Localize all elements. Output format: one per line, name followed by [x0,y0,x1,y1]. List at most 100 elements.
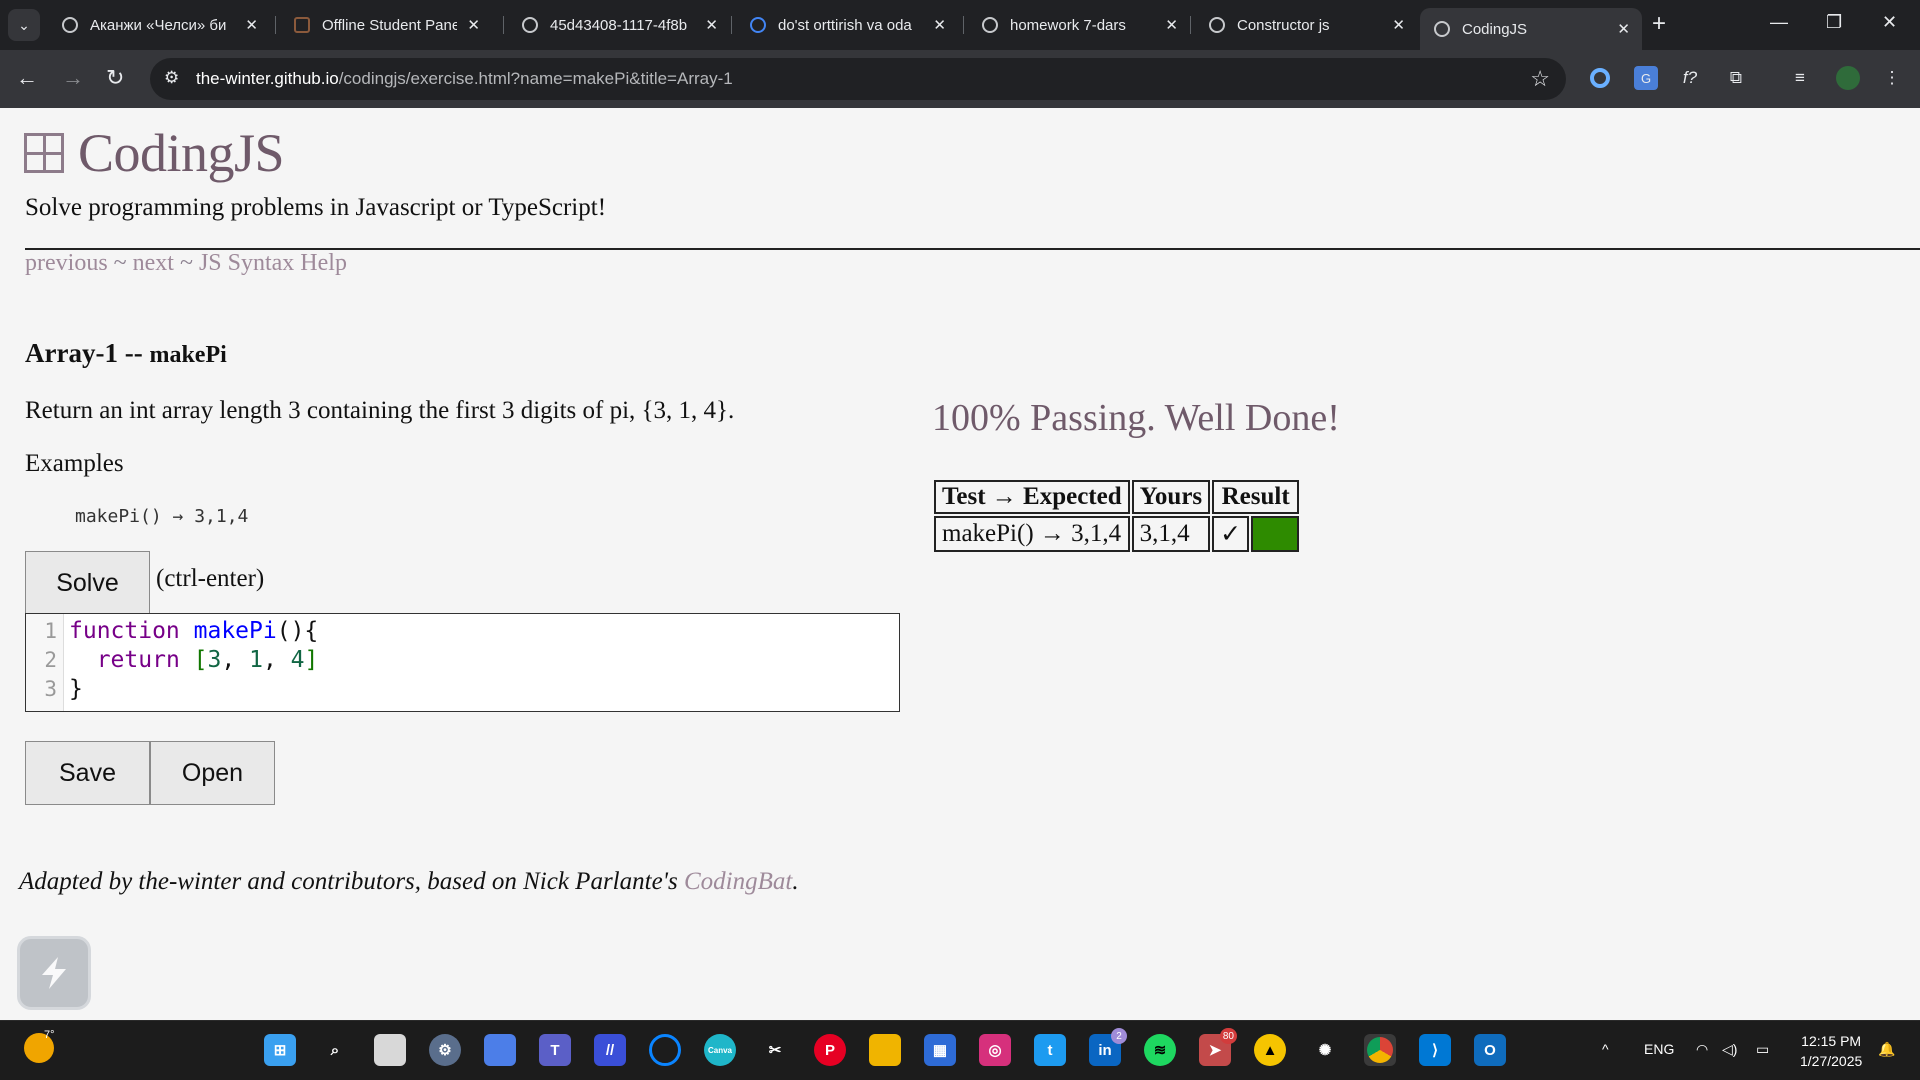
color-extension-icon[interactable] [1588,66,1612,90]
capcut-icon[interactable]: ✂ [759,1034,791,1066]
code-line-2: return [3, 1, 4] [96,647,319,673]
line-number: 1 [44,619,57,643]
minimize-icon[interactable]: — [1770,12,1788,33]
file-explorer-icon[interactable] [869,1034,901,1066]
tab-title: CodingJS [1462,20,1528,38]
copilot-icon[interactable] [484,1034,516,1066]
site-subtitle: Solve programming problems in Javascript… [25,194,607,221]
close-icon[interactable]: ✕ [245,16,258,34]
next-link[interactable]: next [133,250,174,276]
yours-cell: 3,1,4 [1131,516,1211,552]
telegram-icon[interactable]: ➤ 80 [1199,1028,1237,1066]
line-number: 3 [44,677,57,701]
footer-end: . [792,868,799,895]
tab-codingjs[interactable]: CodingJS ✕ [1420,8,1642,50]
tab-uuid[interactable]: 45d43408-1117-4f8b ✕ [508,8,730,42]
syntax-help-link[interactable]: JS Syntax Help [199,250,347,276]
cortana-ring-icon[interactable] [649,1034,681,1066]
exercise-title: Array-1 -- makePi [25,338,227,369]
previous-link[interactable]: previous [25,250,108,276]
bookmark-star-icon[interactable]: ☆ [1530,66,1550,92]
globe-icon [1209,17,1225,33]
new-tab-button[interactable]: + [1652,10,1666,38]
canva-icon[interactable]: Canva [704,1034,736,1066]
windows-start-icon[interactable]: ⊞ [264,1034,296,1066]
table-row: makePi() → 3,1,4 3,1,4 ✓ [934,516,1300,552]
save-button[interactable]: Save [25,741,150,805]
chrome-icon[interactable] [1364,1034,1396,1066]
open-button[interactable]: Open [150,741,275,805]
teams-icon[interactable]: T [539,1034,571,1066]
weather-widget[interactable]: 7° [24,1029,55,1063]
test-cell: makePi() → 3,1,4 [934,516,1130,552]
exercise-category: Array-1 -- [25,338,150,368]
tab-constructor-js[interactable]: Constructor js ✕ [1195,8,1417,42]
close-icon[interactable]: ✕ [1165,16,1178,34]
formula-extension-icon[interactable]: f? [1678,66,1702,90]
url-host: the-winter.github.io [196,69,339,88]
wifi-icon[interactable]: ◠ [1696,1041,1708,1058]
floating-app-button[interactable] [17,936,91,1010]
tab-title: Аканжи «Челси» би [90,16,227,34]
reload-icon[interactable]: ↻ [106,65,124,91]
warning-app-icon[interactable]: ▲ [1254,1034,1286,1066]
header-test-expected: Test → Expected [934,480,1130,514]
tab-homework[interactable]: homework 7-dars ✕ [968,8,1190,42]
instagram-icon[interactable]: ◎ [979,1034,1011,1066]
site-info-icon[interactable]: ⚙ [164,68,179,88]
whiteboard-icon[interactable]: // [594,1034,626,1066]
close-icon[interactable]: ✕ [1392,16,1405,34]
code-number: 1 [249,647,263,673]
tab-google-search[interactable]: do'st orttirish va oda ✕ [736,8,958,42]
tab-search-button[interactable]: ⌄ [8,9,40,41]
url-text[interactable]: the-winter.github.io/codingjs/exercise.h… [196,69,733,89]
pass-message: 100% Passing. Well Done! [932,397,1340,439]
twitter-icon[interactable]: t [1034,1034,1066,1066]
search-icon[interactable]: ⌕ [319,1034,351,1066]
outlook-icon[interactable]: O [1474,1034,1506,1066]
clock-time: 12:15 PM [1801,1033,1862,1049]
battery-icon[interactable]: ▭ [1756,1041,1769,1058]
solve-button[interactable]: Solve [25,551,150,615]
back-icon[interactable]: ← [16,65,38,91]
forward-icon[interactable]: → [62,65,84,91]
close-icon[interactable]: ✕ [467,16,480,34]
tab-title: homework 7-dars [1010,16,1126,34]
close-icon[interactable]: ✕ [705,16,718,34]
chevron-up-icon[interactable]: ^ [1602,1041,1609,1057]
volume-icon[interactable]: ◁) [1722,1041,1737,1058]
pinterest-icon[interactable]: P [814,1034,846,1066]
globe-icon [1434,21,1450,37]
notification-bell-icon[interactable]: 🔔 [1878,1041,1895,1058]
spotify-icon[interactable]: ≋ [1144,1034,1176,1066]
profile-avatar[interactable] [1836,66,1860,90]
close-icon[interactable]: ✕ [1617,20,1630,38]
restore-icon[interactable]: ❐ [1826,12,1842,33]
tab-separator [275,16,276,34]
code-editor[interactable]: 1 2 3 function makePi(){ return [3, 1, 4… [25,613,900,712]
system-clock[interactable]: 12:15 PM 1/27/2025 [1800,1031,1862,1071]
close-icon[interactable]: ✕ [933,16,946,34]
address-bar[interactable]: ⚙ the-winter.github.io/codingjs/exercise… [150,58,1566,100]
extensions-puzzle-icon[interactable]: ⧉ [1724,66,1748,90]
language-indicator[interactable]: ENG [1644,1041,1674,1057]
vscode-icon[interactable]: ⟩ [1419,1034,1451,1066]
codingbat-link[interactable]: CodingBat [684,868,792,895]
media-queue-icon[interactable]: ≡ [1788,66,1812,90]
translate-icon[interactable]: G [1634,66,1658,90]
page-content: CodingJS Solve programming problems in J… [0,108,1920,1020]
tab-akanji[interactable]: Аканжи «Челси» би ✕ [48,8,270,42]
tab-offline-student-panel[interactable]: Offline Student Panel ✕ [280,8,492,42]
tab-separator [963,16,964,34]
puzzle-logo-icon [24,133,64,173]
tab-separator [1190,16,1191,34]
microsoft-store-icon[interactable]: ▦ [924,1034,956,1066]
menu-dots-icon[interactable]: ⋮ [1880,66,1904,90]
settings-gear-icon[interactable]: ⚙ [429,1034,461,1066]
chatgpt-icon[interactable]: ✺ [1309,1034,1341,1066]
globe-icon [62,17,78,33]
close-window-icon[interactable]: ✕ [1882,12,1897,33]
tab-title: 45d43408-1117-4f8b [550,16,688,34]
task-view-icon[interactable] [374,1034,406,1066]
linkedin-icon[interactable]: in 2 [1089,1028,1127,1066]
